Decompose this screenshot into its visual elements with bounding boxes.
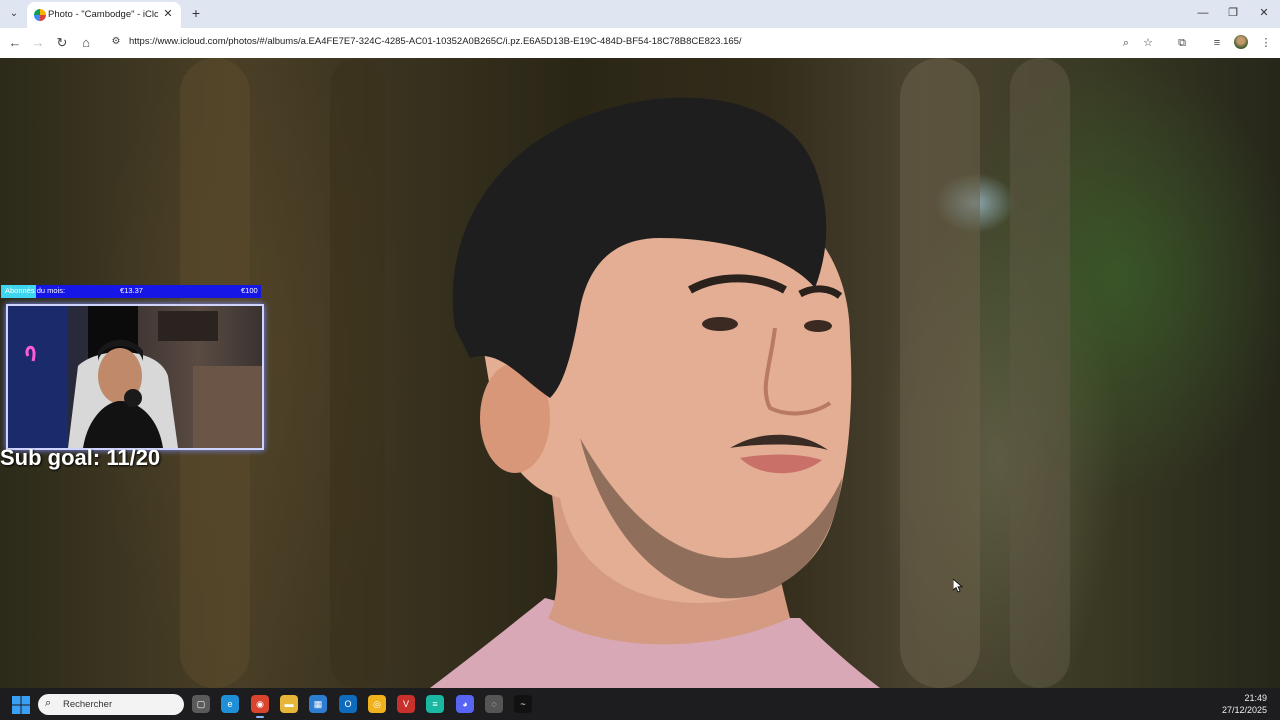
bookmark-star-icon[interactable]: ☆ [1140, 35, 1156, 51]
icloud-photos-icon [34, 9, 46, 21]
address-bar[interactable]: https://www.icloud.com/photos/#/albums/a… [124, 33, 1114, 53]
sub-goal-counter: Sub goal: 11/20 [0, 445, 161, 470]
clock-date[interactable]: 27/12/2025 [1222, 705, 1267, 715]
taskbar-chrome-icon[interactable]: ◉ [251, 695, 269, 718]
taskbar-app-circle-icon[interactable]: ◌ [485, 695, 503, 713]
url-text: https://www.icloud.com/photos/#/albums/a… [129, 36, 742, 47]
back-button[interactable]: ← [6, 34, 24, 52]
browser-tab-bar: ⌄ Photo - "Cambodge" - iCloud Photos ✕ +… [0, 0, 1280, 28]
taskbar-search[interactable]: ⌕ Rechercher [38, 694, 184, 715]
windows-taskbar: ⌕ Rechercher ▢ e ◉ ▬ ▦ O ◎ V ≡ ◕ ◌ ~ 21:49 27/12/20… [0, 688, 1280, 720]
streamer-webcam-image [8, 306, 262, 448]
tab-close-icon[interactable]: ✕ [161, 7, 175, 21]
tab-title: Photo - "Cambodge" - iCloud Photos [48, 9, 158, 20]
search-icon: ⌕ [45, 697, 52, 709]
taskbar-file-explorer-icon[interactable]: ▬ [280, 695, 298, 713]
taskbar-outlook-icon[interactable]: O [339, 695, 357, 713]
webcam-feed [6, 304, 264, 450]
home-button[interactable]: ⌂ [77, 34, 95, 52]
taskbar-store-icon[interactable]: ▦ [309, 695, 327, 713]
clock-time[interactable]: 21:49 [1244, 693, 1267, 703]
taskbar-discord-icon[interactable]: ◕ [456, 695, 474, 713]
site-info-icon[interactable]: ⚙ [109, 35, 123, 49]
taskbar-app-yellow-icon[interactable]: ◎ [368, 695, 386, 713]
donation-goal-label: Abonnés du mois: [5, 286, 66, 295]
photo-viewer[interactable]: Abonnés du mois: €13.37 €100 Sub goal: 1… [0, 58, 1280, 688]
menu-icon[interactable]: ⋮ [1258, 35, 1274, 51]
profile-avatar[interactable] [1234, 35, 1248, 49]
reload-button[interactable]: ↻ [53, 34, 71, 52]
tab-list-button[interactable]: ⌄ [6, 6, 22, 22]
taskbar-task-view-icon[interactable]: ▢ [192, 695, 210, 713]
taskbar-edge-icon[interactable]: e [221, 695, 239, 713]
windows-start-icon[interactable] [12, 696, 30, 714]
reading-list-icon[interactable]: ≡ [1209, 35, 1225, 51]
zoom-icon[interactable]: ⌕ [1118, 35, 1134, 51]
restore-button[interactable]: ❐ [1218, 4, 1248, 22]
donation-goal-target: €100 [241, 286, 258, 295]
taskbar-app-teal-icon[interactable]: ≡ [426, 695, 444, 713]
tab-icloud-photo[interactable]: Photo - "Cambodge" - iCloud Photos ✕ [27, 2, 181, 28]
donation-goal-current: €13.37 [120, 286, 143, 295]
minimize-button[interactable]: — [1188, 4, 1218, 22]
new-tab-button[interactable]: + [188, 5, 204, 21]
taskbar-voicemeeter-icon[interactable]: V [397, 695, 415, 713]
search-placeholder: Rechercher [63, 699, 113, 710]
browser-toolbar: ← → ↻ ⌂ ⚙ https://www.icloud.com/photos/… [0, 28, 1280, 59]
mouse-cursor-icon [953, 579, 963, 593]
taskbar-app-dark-icon[interactable]: ~ [514, 695, 532, 713]
close-window-button[interactable]: ✕ [1249, 4, 1279, 22]
extensions-icon[interactable]: ⧉ [1174, 35, 1190, 51]
donation-goal-bar: Abonnés du mois: €13.37 €100 [1, 285, 261, 298]
forward-button[interactable]: → [29, 34, 47, 52]
